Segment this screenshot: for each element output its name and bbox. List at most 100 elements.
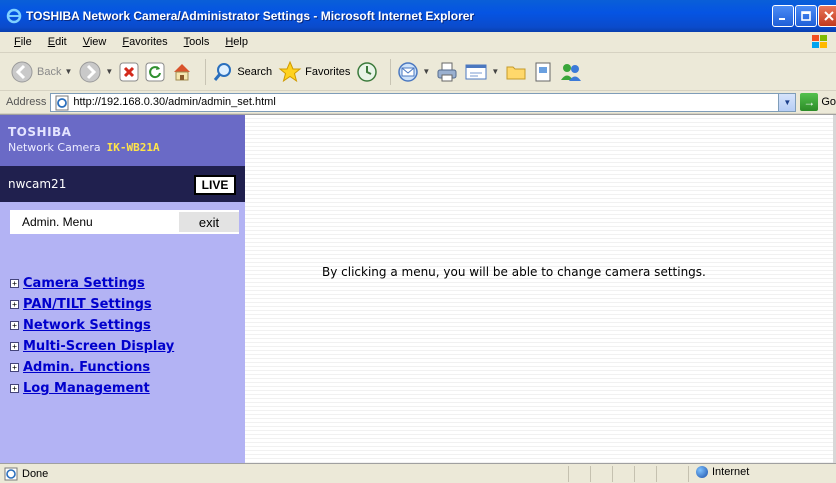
maximize-icon <box>801 11 811 21</box>
nav-item-admin-functions[interactable]: + Admin. Functions <box>10 357 240 378</box>
standard-toolbar: Back ▼ ▼ Search Favorites ▼ ▼ <box>0 53 836 91</box>
folder-icon <box>506 66 526 79</box>
nav-item-log-management[interactable]: + Log Management <box>10 378 240 399</box>
minimize-button[interactable] <box>772 5 794 27</box>
page-content: TOSHIBA Network Camera IK-WB21A nwcam21 L… <box>0 114 836 464</box>
camera-name: nwcam21 <box>8 177 67 191</box>
menu-edit[interactable]: Edit <box>40 36 75 48</box>
expand-plus-icon[interactable]: + <box>10 321 19 330</box>
edit-button[interactable]: ▼ <box>464 61 499 83</box>
nav-item-camera-settings[interactable]: + Camera Settings <box>10 273 240 294</box>
back-label: Back <box>37 65 62 78</box>
minimize-icon <box>779 18 785 20</box>
close-icon <box>824 11 834 21</box>
mail-button[interactable]: ▼ <box>397 61 430 83</box>
status-divider <box>590 466 591 482</box>
page-done-icon <box>4 467 18 480</box>
favorites-star-icon <box>278 60 302 82</box>
search-button[interactable]: Search <box>212 61 272 83</box>
menu-file[interactable]: File <box>6 36 40 48</box>
menu-view[interactable]: View <box>75 36 115 48</box>
address-bar: Address http://192.168.0.30/admin/admin_… <box>0 91 836 114</box>
menu-tools[interactable]: Tools <box>176 36 218 48</box>
status-text: Done <box>22 467 49 480</box>
nav-item-multi-screen-display[interactable]: + Multi-Screen Display <box>10 336 240 357</box>
nav-link[interactable]: PAN/TILT Settings <box>23 297 152 312</box>
maximize-button[interactable] <box>795 5 817 27</box>
edit-page-icon <box>465 64 487 79</box>
model-name: IK-WB21A <box>106 141 160 154</box>
messenger-button[interactable] <box>559 61 583 83</box>
search-icon <box>214 62 232 81</box>
expand-plus-icon[interactable]: + <box>10 300 19 309</box>
status-divider <box>634 466 635 482</box>
home-button[interactable] <box>171 61 193 83</box>
forward-button[interactable]: ▼ <box>78 60 113 84</box>
brand-subtitle: Network Camera IK-WB21A <box>8 141 245 154</box>
nav-link[interactable]: Camera Settings <box>23 276 145 291</box>
windows-flag-icon <box>812 35 827 48</box>
brand-header: TOSHIBA Network Camera IK-WB21A <box>0 115 245 166</box>
brand-name: TOSHIBA <box>8 125 72 139</box>
stop-icon <box>119 62 139 81</box>
mail-icon <box>398 61 419 82</box>
home-icon <box>174 63 191 80</box>
refresh-icon <box>145 62 165 81</box>
favorites-label: Favorites <box>305 65 351 78</box>
chevron-down-icon: ▼ <box>783 97 792 107</box>
menu-help[interactable]: Help <box>217 36 256 48</box>
nav-item-network-settings[interactable]: + Network Settings <box>10 315 240 336</box>
address-url: http://192.168.0.30/admin/admin_set.html <box>73 96 276 108</box>
close-button[interactable] <box>818 5 836 27</box>
stop-button[interactable] <box>119 62 139 82</box>
nav-item-pan-tilt-settings[interactable]: + PAN/TILT Settings <box>10 294 240 315</box>
address-input[interactable]: http://192.168.0.30/admin/admin_set.html… <box>50 92 797 112</box>
search-label: Search <box>237 65 273 78</box>
live-button[interactable]: LIVE <box>194 175 236 195</box>
internet-globe-icon <box>696 466 708 478</box>
admin-menu-row: Admin. Menu exit <box>10 210 239 234</box>
expand-plus-icon[interactable]: + <box>10 384 19 393</box>
go-label: Go <box>821 96 836 108</box>
forward-dropdown-icon[interactable]: ▼ <box>105 67 113 76</box>
status-divider <box>656 466 657 482</box>
research-icon <box>535 62 551 81</box>
product-name: Network Camera <box>8 141 101 154</box>
menu-favorites[interactable]: Favorites <box>114 36 175 48</box>
nav-link[interactable]: Log Management <box>23 381 150 396</box>
expand-plus-icon[interactable]: + <box>10 342 19 351</box>
go-button[interactable]: → Go <box>800 93 836 111</box>
settings-nav: + Camera Settings + PAN/TILT Settings + … <box>10 273 240 399</box>
history-button[interactable] <box>356 61 378 83</box>
status-divider <box>612 466 613 482</box>
nav-link[interactable]: Admin. Functions <box>23 360 150 375</box>
back-dropdown-icon[interactable]: ▼ <box>64 67 72 76</box>
nav-link[interactable]: Multi-Screen Display <box>23 339 174 354</box>
mail-dropdown-icon[interactable]: ▼ <box>422 67 430 76</box>
favorites-button[interactable]: Favorites <box>278 60 350 84</box>
status-divider <box>568 466 569 482</box>
edit-dropdown-icon[interactable]: ▼ <box>491 67 499 76</box>
instruction-message: By clicking a menu, you will be able to … <box>322 265 706 279</box>
ie-logo-icon <box>6 8 22 24</box>
back-button[interactable]: Back ▼ <box>10 60 72 84</box>
print-button[interactable] <box>436 61 458 83</box>
discuss-button[interactable] <box>505 61 527 83</box>
address-label: Address <box>6 96 47 108</box>
print-icon <box>437 62 457 81</box>
title-bar[interactable]: TOSHIBA Network Camera/Administrator Set… <box>0 0 836 32</box>
toolbar-separator <box>205 58 207 85</box>
research-button[interactable] <box>533 61 553 83</box>
refresh-button[interactable] <box>145 62 165 82</box>
address-dropdown-button[interactable]: ▼ <box>778 93 796 111</box>
forward-arrow-icon <box>79 61 101 82</box>
admin-sidebar: TOSHIBA Network Camera IK-WB21A nwcam21 L… <box>0 115 245 464</box>
back-arrow-icon <box>11 61 33 82</box>
page-icon <box>55 95 69 110</box>
exit-button[interactable]: exit <box>179 212 239 232</box>
expand-plus-icon[interactable]: + <box>10 279 19 288</box>
go-arrow-icon: → <box>800 93 819 111</box>
expand-plus-icon[interactable]: + <box>10 363 19 372</box>
window-title: TOSHIBA Network Camera/Administrator Set… <box>26 9 475 23</box>
nav-link[interactable]: Network Settings <box>23 318 151 333</box>
